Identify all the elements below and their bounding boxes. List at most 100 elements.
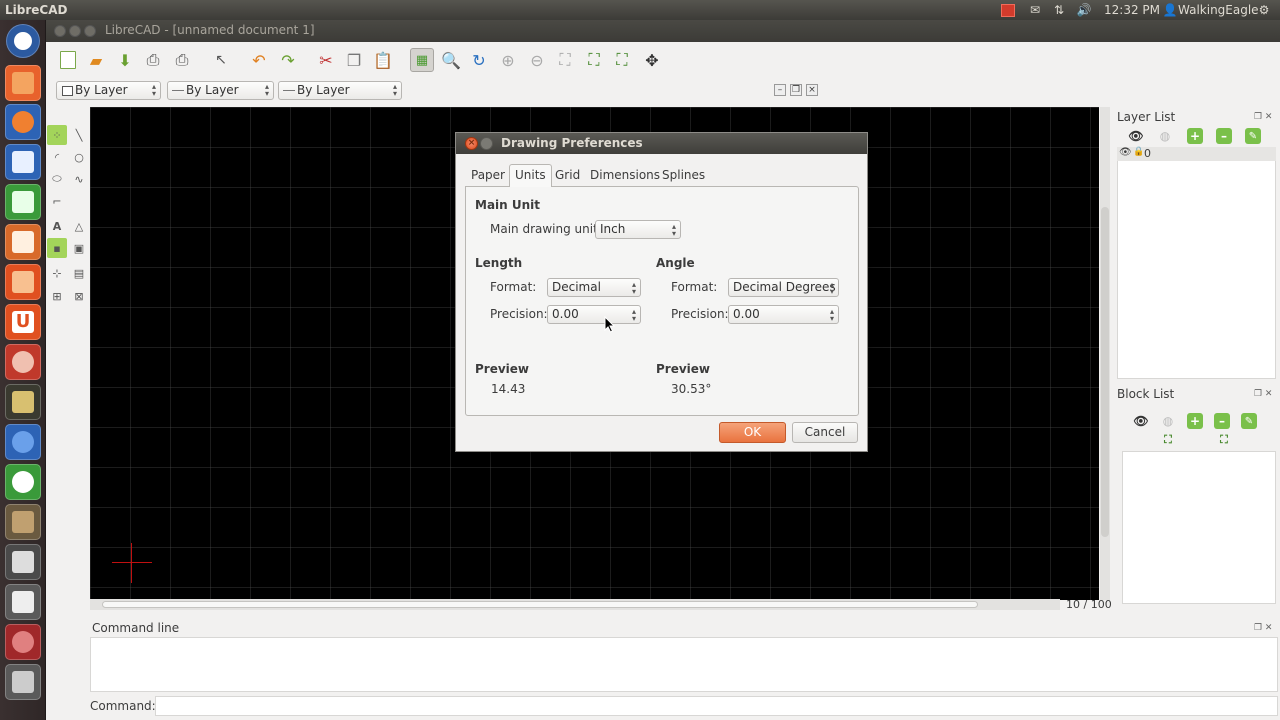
layer-visible-icon[interactable]: 👁 <box>1119 147 1132 158</box>
text-tool-icon[interactable]: A <box>47 216 67 236</box>
mdi-minimize-button[interactable]: – <box>774 84 786 96</box>
layer-list[interactable] <box>1117 147 1276 379</box>
polyline-tool-icon[interactable]: ⌐ <box>47 191 67 211</box>
media-player-icon[interactable] <box>5 424 41 460</box>
pointer-icon[interactable]: ↖ <box>209 48 233 72</box>
hatch-tool-icon[interactable]: ▪ <box>47 238 67 258</box>
print-icon[interactable]: ⎙ <box>141 48 165 72</box>
linetype-combo[interactable]: By Layer ▴ ▾ <box>167 81 274 100</box>
tab-grid[interactable]: Grid <box>550 165 585 187</box>
dash-home-icon[interactable] <box>6 24 40 58</box>
show-all-layers-icon[interactable]: 👁 <box>1128 128 1144 144</box>
files-icon[interactable] <box>5 65 41 101</box>
tab-paper[interactable]: Paper <box>466 165 510 187</box>
color-combo[interactable]: By Layer ▴ ▾ <box>56 81 161 100</box>
window-close-button[interactable] <box>54 25 66 37</box>
command-input[interactable] <box>155 696 1278 716</box>
window-maximize-button[interactable] <box>84 25 96 37</box>
layer-dock-buttons[interactable]: ❐ ✕ <box>1254 112 1272 122</box>
dialog-close-icon[interactable]: × <box>465 137 478 150</box>
zoom-selection-icon[interactable]: ⛶ <box>610 48 634 72</box>
layer-lock-icon[interactable]: 🔒 <box>1133 147 1144 157</box>
block-dock-buttons[interactable]: ❐ ✕ <box>1254 389 1272 399</box>
zoom-window-icon[interactable]: 🔍 <box>439 48 463 72</box>
save-icon[interactable]: ⬇ <box>113 48 137 72</box>
grid-toggle-icon[interactable]: ▦ <box>410 48 434 72</box>
paste-icon[interactable]: 📋 <box>371 48 395 72</box>
redo-icon[interactable]: ↷ <box>276 48 300 72</box>
create-block-icon[interactable]: ⛶ <box>1216 432 1232 448</box>
add-block-icon[interactable]: + <box>1187 413 1203 429</box>
system-settings-icon[interactable] <box>5 344 41 380</box>
ubuntu-one-icon[interactable]: U <box>5 304 41 340</box>
copy-icon[interactable]: ❐ <box>342 48 366 72</box>
dialog-minimize-icon[interactable] <box>480 137 493 150</box>
ok-button[interactable]: OK <box>719 422 786 443</box>
zoom-in-icon[interactable]: ⊕ <box>496 48 520 72</box>
tab-splines[interactable]: Splines <box>657 165 710 187</box>
canvas-horizontal-scrollbar[interactable] <box>90 599 1060 610</box>
length-precision-combo[interactable]: 0.00 ▴ ▾ <box>547 305 641 324</box>
line-tool-icon[interactable]: ╲ <box>69 125 89 145</box>
gear-icon[interactable]: ⚙ <box>1256 2 1272 18</box>
librecad-icon[interactable] <box>5 464 41 500</box>
command-dock-buttons[interactable]: ❐ ✕ <box>1254 623 1272 633</box>
inkscape-icon[interactable] <box>5 384 41 420</box>
insert-block-icon[interactable]: ⛶ <box>1160 432 1176 448</box>
zoom-auto-icon[interactable]: ⛶ <box>553 48 577 72</box>
hide-all-blocks-icon[interactable]: ◍ <box>1160 413 1176 429</box>
block-tool-icon[interactable]: ⊠ <box>69 286 89 306</box>
mdi-close-button[interactable]: × <box>806 84 818 96</box>
cut-icon[interactable]: ✂ <box>314 48 338 72</box>
canvas-vertical-scrollbar[interactable] <box>1100 107 1110 600</box>
show-all-blocks-icon[interactable]: 👁 <box>1133 413 1149 429</box>
software-center-icon[interactable] <box>5 264 41 300</box>
edit-block-icon[interactable]: ✎ <box>1241 413 1257 429</box>
undo-icon[interactable]: ↶ <box>247 48 271 72</box>
new-file-icon[interactable] <box>56 48 80 72</box>
main-unit-combo[interactable]: Inch ▴ ▾ <box>595 220 681 239</box>
modify-tool-icon[interactable]: ▤ <box>69 263 89 283</box>
hide-all-layers-icon[interactable]: ◍ <box>1157 128 1173 144</box>
zoom-out-icon[interactable]: ⊖ <box>525 48 549 72</box>
zoom-previous-icon[interactable]: ⛶ <box>582 48 606 72</box>
remove-block-icon[interactable]: – <box>1214 413 1230 429</box>
angle-precision-combo[interactable]: 0.00 ▴ ▾ <box>728 305 839 324</box>
record-icon[interactable] <box>1001 2 1015 18</box>
user-menu[interactable]: 👤 WalkingEagle <box>1162 2 1259 18</box>
open-folder-icon[interactable]: ▰ <box>84 48 108 72</box>
window-minimize-button[interactable] <box>69 25 81 37</box>
clock[interactable]: 12:32 PM <box>1104 2 1160 18</box>
volume-icon[interactable]: 🔊 <box>1076 2 1092 18</box>
spline-tool-icon[interactable]: ∿ <box>69 169 89 189</box>
mail-client-icon[interactable] <box>5 584 41 620</box>
calc-icon[interactable] <box>5 184 41 220</box>
dimension-tool-icon[interactable]: △ <box>69 216 89 236</box>
redraw-icon[interactable]: ↻ <box>467 48 491 72</box>
zoom-pan-icon[interactable]: ✥ <box>640 48 664 72</box>
writer-icon[interactable] <box>5 144 41 180</box>
info-tool-icon[interactable]: ⊞ <box>47 286 67 306</box>
circle-tool-icon[interactable]: ○ <box>69 147 89 167</box>
scanner-icon[interactable] <box>5 544 41 580</box>
block-list[interactable] <box>1122 451 1276 604</box>
ellipse-tool-icon[interactable]: ⬭ <box>47 169 67 189</box>
image-tool-icon[interactable]: ▣ <box>69 238 89 258</box>
tab-units[interactable]: Units <box>509 164 552 187</box>
length-format-combo[interactable]: Decimal ▴ ▾ <box>547 278 641 297</box>
cancel-button[interactable]: Cancel <box>792 422 858 443</box>
arc-tool-icon[interactable]: ◜ <box>47 147 67 167</box>
edit-layer-icon[interactable]: ✎ <box>1245 128 1261 144</box>
select-tool-icon[interactable]: ⊹ <box>47 263 67 283</box>
remove-layer-icon[interactable]: – <box>1216 128 1232 144</box>
angle-format-combo[interactable]: Decimal Degrees ▴ ▾ <box>728 278 839 297</box>
mdi-restore-button[interactable]: ❐ <box>790 84 802 96</box>
network-icon[interactable]: ⇅ <box>1051 2 1067 18</box>
add-layer-icon[interactable]: + <box>1187 128 1203 144</box>
camera-icon[interactable] <box>5 664 41 700</box>
layer-row[interactable]: 👁 🔒 0 <box>1117 147 1276 161</box>
mail-icon[interactable]: ✉ <box>1027 2 1043 18</box>
debian-swirl-icon[interactable] <box>5 624 41 660</box>
firefox-icon[interactable] <box>5 104 41 140</box>
gimp-icon[interactable] <box>5 504 41 540</box>
